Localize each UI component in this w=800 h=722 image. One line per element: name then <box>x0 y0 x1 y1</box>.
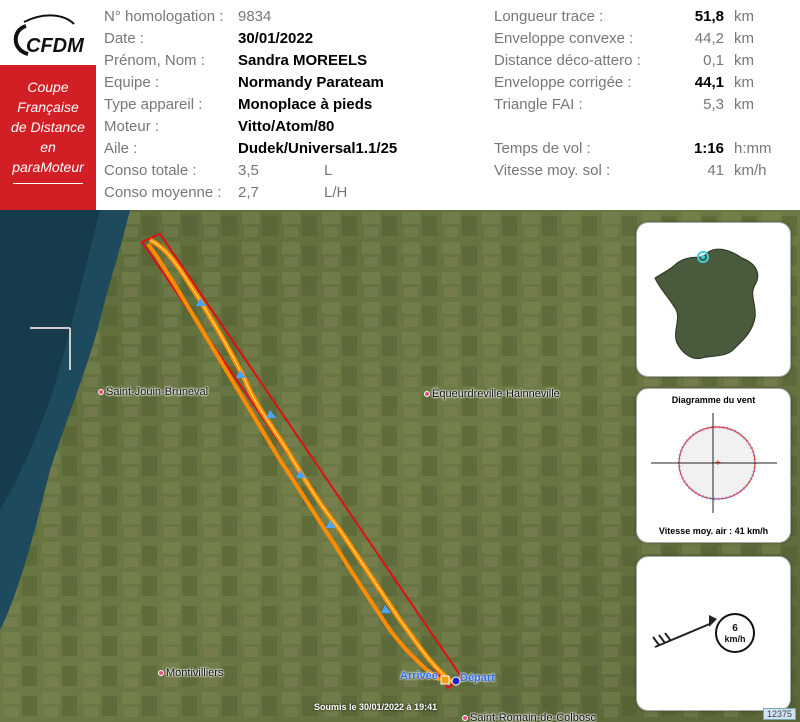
flight-header: CFDM Coupe Française de Distance en para… <box>0 0 800 210</box>
label-total-fuel: Conso totale : <box>104 162 197 179</box>
place-name: Montivilliers <box>166 667 224 679</box>
label-convex-hull: Enveloppe convexe : <box>494 30 634 47</box>
banner-divider <box>13 183 83 184</box>
unit-total-fuel: L <box>324 162 333 179</box>
wind-speed-panel: 6 km/h <box>636 556 791 711</box>
value-team: Normandy Parateam <box>238 74 384 91</box>
value-corrected-hull: 44,1 <box>694 74 724 91</box>
unit-track-length: km <box>734 8 754 25</box>
banner-line: de Distance <box>11 119 85 135</box>
satellite-map[interactable]: Saint-Jouin-Bruneval Équeurdreville-Hain… <box>0 210 800 722</box>
value-ground-speed: 41 <box>707 162 724 179</box>
value-takeoff-landing-distance: 0,1 <box>703 52 724 69</box>
unit-takeoff-landing-distance: km <box>734 52 754 69</box>
value-engine: Vitto/Atom/80 <box>238 118 335 135</box>
wind-air-speed: Vitesse moy. air : 41 km/h <box>658 526 769 536</box>
place-name: Saint-Jouin-Bruneval <box>106 386 209 398</box>
place-label: Équeurdreville-Hainneville <box>424 388 560 400</box>
label-ground-speed: Vitesse moy. sol : <box>494 162 611 179</box>
label-team: Equipe : <box>104 74 160 91</box>
flight-id: 12375 <box>762 708 796 720</box>
label-date: Date : <box>104 30 145 47</box>
banner-line: Française <box>17 99 79 115</box>
label-flight-time: Temps de vol : <box>494 140 591 157</box>
cfdm-logo: CFDM <box>13 14 85 57</box>
departure-label: Départ <box>460 672 495 684</box>
france-locator-panel <box>636 222 791 377</box>
label-wing: Aile : <box>104 140 138 157</box>
banner-line: en <box>40 139 56 155</box>
logo-text: CFDM <box>26 35 85 57</box>
banner-line: Coupe <box>27 79 69 95</box>
label-aircraft-type: Type appareil : <box>104 96 203 113</box>
banner-line: paraMoteur <box>12 159 84 175</box>
wind-indicator: 6 km/h <box>652 613 755 653</box>
place-name: Saint-Romain-de-Colbosc <box>470 712 596 722</box>
france-shape <box>654 248 759 360</box>
value-aircraft-type: Monoplace à pieds <box>238 96 373 113</box>
wind-diagram-title: Diagramme du vent <box>671 395 756 405</box>
unit-fai-triangle: km <box>734 96 754 113</box>
arrival-label: Arrivée <box>400 670 438 682</box>
unit-convex-hull: km <box>734 30 754 47</box>
place-label: Saint-Romain-de-Colbosc <box>462 712 596 722</box>
label-track-length: Longueur trace : <box>494 8 604 25</box>
wind-arrow <box>654 622 713 648</box>
unit-avg-fuel: L/H <box>324 184 348 201</box>
place-label: Saint-Jouin-Bruneval <box>98 386 208 398</box>
place-name: Équeurdreville-Hainneville <box>432 388 560 400</box>
unit-flight-time: h:mm <box>734 140 772 157</box>
value-homologation: 9834 <box>238 8 272 25</box>
banner: Coupe Française de Distance en paraMoteu… <box>0 65 96 210</box>
unit-corrected-hull: km <box>734 74 754 91</box>
label-homologation: N° homologation : <box>104 8 224 25</box>
submission-footer: Soumis le 30/01/2022 à 19:41 <box>314 702 438 712</box>
value-avg-fuel: 2,7 <box>238 184 259 201</box>
value-date: 30/01/2022 <box>238 30 314 47</box>
value-wing: Dudek/Universal1.1/25 <box>238 140 398 157</box>
label-name: Prénom, Nom : <box>104 52 205 69</box>
label-fai-triangle: Triangle FAI : <box>494 96 583 113</box>
arrival-marker[interactable] <box>440 675 450 685</box>
unit-ground-speed: km/h <box>734 162 767 179</box>
wind-diagram-panel: Diagramme du vent + Vitesse moy. air : 4… <box>636 388 791 543</box>
value-flight-time: 1:16 <box>693 140 724 157</box>
value-name: Sandra MOREELS <box>238 52 368 69</box>
value-track-length: 51,8 <box>694 8 724 25</box>
label-avg-fuel: Conso moyenne : <box>104 184 222 201</box>
label-takeoff-landing-distance: Distance déco-attero : <box>494 52 641 69</box>
value-fai-triangle: 5,3 <box>703 96 724 113</box>
value-convex-hull: 44,2 <box>694 30 724 47</box>
place-label: Montivilliers <box>158 667 223 679</box>
france-map <box>654 248 759 360</box>
wind-speed-unit: km/h <box>724 634 745 644</box>
wind-chart: + <box>651 413 777 513</box>
value-total-fuel: 3,5 <box>238 162 259 179</box>
departure-marker[interactable] <box>451 676 461 686</box>
svg-text:+: + <box>715 458 721 469</box>
label-engine: Moteur : <box>104 118 160 135</box>
label-corrected-hull: Enveloppe corrigée : <box>494 74 632 91</box>
wind-speed-value: 6 <box>732 623 738 634</box>
